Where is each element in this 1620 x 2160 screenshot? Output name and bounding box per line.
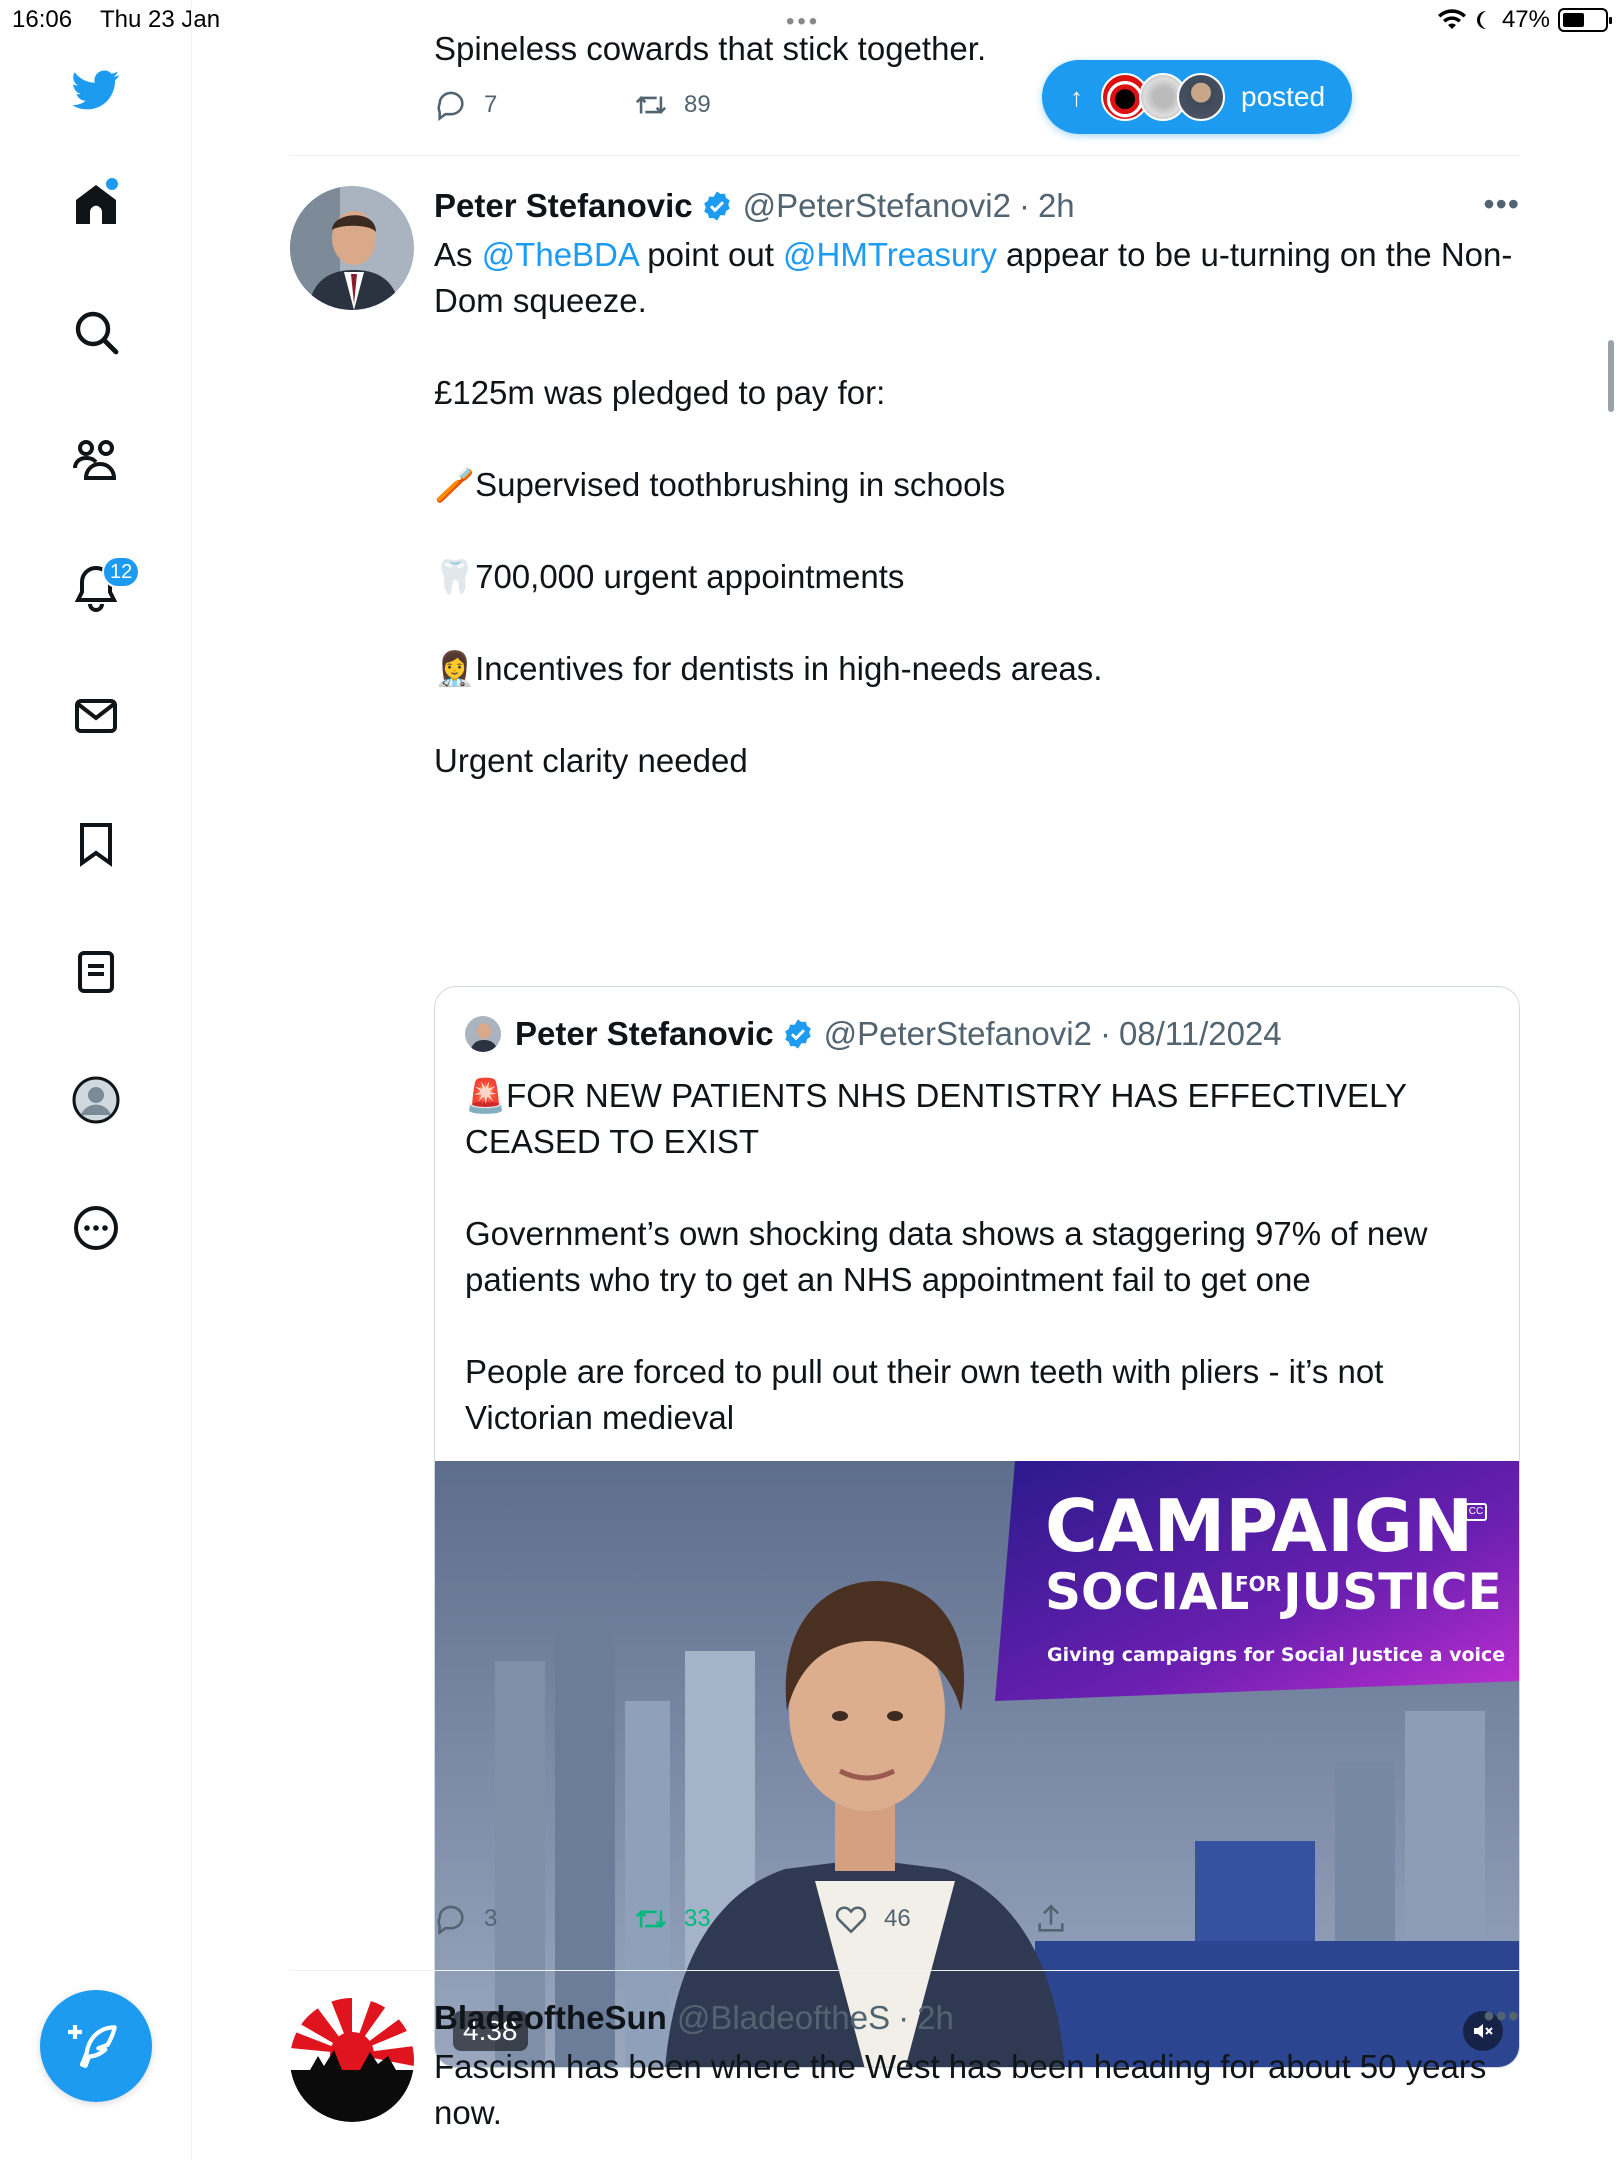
bookmark-icon[interactable] [66, 814, 126, 874]
notifications-bell-icon[interactable]: 12 [66, 556, 141, 618]
mention-link[interactable]: @TheBDA [482, 236, 638, 273]
reply-button[interactable]: 3 [434, 1902, 634, 1936]
tweet-body-text: £125m was pledged to pay for: 🪥Supervise… [434, 374, 1103, 779]
separator-dot: · [898, 1999, 910, 2036]
tweet-text-part: point out [638, 236, 784, 273]
separator-dot: · [1018, 187, 1030, 224]
avatar[interactable] [290, 186, 414, 310]
tweet-body: Peter Stefanovic @PeterStefanovi2 · 2h •… [434, 186, 1520, 784]
retweet-icon [635, 96, 667, 114]
avatar[interactable] [290, 1998, 414, 2122]
tweet[interactable]: Peter Stefanovic @PeterStefanovi2 · 2h •… [290, 186, 1520, 2068]
posted-label: posted [1241, 81, 1326, 112]
home-icon[interactable] [66, 174, 126, 234]
verified-badge-icon [784, 1019, 811, 1049]
tweet-time[interactable]: 2h [917, 1999, 954, 2037]
reply-icon [437, 1905, 464, 1936]
arrow-up-icon: ↑ [1070, 81, 1083, 112]
new-posts-pill[interactable]: ↑ posted [1042, 60, 1352, 134]
like-button[interactable]: 46 [834, 1902, 1034, 1936]
tweet[interactable]: BladeoftheSun @BladeoftheS · 2h ••• Fasc… [290, 1998, 1520, 2160]
notifications-badge: 12 [102, 556, 141, 588]
reply-count: 3 [484, 1905, 498, 1932]
retweet-icon [635, 1910, 667, 1928]
tweet-header: Peter Stefanovic @PeterStefanovi2 · 2h •… [434, 186, 1520, 226]
previous-tweet-text: Spineless cowards that stick together. [434, 30, 987, 67]
reply-icon [437, 91, 464, 122]
banner-tagline: Giving campaigns for Social Justice a vo… [1047, 1644, 1505, 1666]
author-name[interactable]: Peter Stefanovic [434, 187, 693, 225]
banner-for: FOR [1235, 1572, 1281, 1596]
retweet-button[interactable]: 33 [634, 1902, 834, 1936]
previous-tweet-actions: 7 89 [434, 88, 711, 122]
home-new-dot [106, 178, 118, 190]
compose-tweet-button[interactable] [40, 1990, 152, 2102]
tweet-actions: 3 33 46 [434, 1902, 1068, 1936]
mention-link[interactable]: @HMTreasury [783, 236, 997, 273]
banner-social: SOCIAL [1045, 1563, 1249, 1621]
quoted-author-handle: @PeterStefanovi2 [823, 1015, 1092, 1052]
lists-icon[interactable] [66, 942, 126, 1002]
avatar [465, 1016, 501, 1052]
reply-count: 7 [484, 91, 498, 118]
sidebar: 12 [0, 0, 192, 2160]
author-handle[interactable]: @PeterStefanovi2 [743, 187, 1011, 225]
divider [290, 155, 1520, 156]
heart-icon [835, 1906, 867, 1934]
retweet-button[interactable]: 89 [634, 88, 711, 122]
communities-icon[interactable] [66, 430, 126, 490]
banner-justice: JUSTICE [1280, 1563, 1502, 1621]
scrollbar-thumb[interactable] [1608, 340, 1614, 412]
quoted-tweet-date: 08/11/2024 [1118, 1015, 1282, 1052]
avatar [1177, 73, 1225, 121]
compose-feather-icon [68, 2025, 117, 2068]
reply-button[interactable]: 7 [434, 88, 634, 122]
retweet-count: 33 [684, 1905, 711, 1932]
tweet-header: BladeoftheSun @BladeoftheS · 2h ••• [434, 1998, 1520, 2038]
verified-badge-icon [703, 191, 730, 221]
quoted-tweet-header: Peter Stefanovic @PeterStefanovi2 · 08/1… [465, 1015, 1282, 1053]
tweet-text: Fascism has been where the West has been… [434, 2048, 1496, 2131]
separator-dot: · [1099, 1015, 1111, 1052]
wifi-icon [1437, 9, 1466, 30]
retweet-count: 89 [684, 91, 711, 118]
status-right: 47% [1437, 6, 1612, 34]
quoted-author-name: Peter Stefanovic [515, 1015, 774, 1052]
battery-icon [1558, 8, 1612, 32]
battery-percent: 47% [1501, 6, 1550, 33]
closed-captions-icon[interactable]: CC [1465, 1503, 1487, 1521]
twitter-logo-icon[interactable] [66, 60, 126, 120]
tweet-time[interactable]: 2h [1038, 187, 1075, 225]
messages-envelope-icon[interactable] [66, 686, 126, 746]
share-button[interactable] [1034, 1902, 1068, 1936]
divider [290, 1970, 1520, 1971]
quoted-tweet-text: 🚨FOR NEW PATIENTS NHS DENTISTRY HAS EFFE… [465, 1077, 1428, 1436]
more-options-icon[interactable] [66, 1198, 126, 1258]
tweet-body: BladeoftheSun @BladeoftheS · 2h ••• Fasc… [434, 1998, 1520, 2136]
tweet-text: As @TheBDA point out @HMTreasury appear … [434, 232, 1520, 324]
more-options-icon[interactable]: ••• [1483, 1998, 1520, 2035]
moon-icon [1476, 11, 1486, 29]
author-name[interactable]: BladeoftheSun [434, 1999, 667, 2037]
like-count: 46 [884, 1905, 911, 1932]
video-player[interactable]: CAMPAIGN SOCIAL FOR JUSTICE Giving campa… [435, 1461, 1519, 2067]
tweet-text-part: As [434, 236, 482, 273]
more-options-icon[interactable]: ••• [1483, 186, 1520, 223]
search-icon[interactable] [66, 302, 126, 362]
author-handle[interactable]: @BladeoftheS [677, 1999, 890, 2037]
video-thumbnail: CAMPAIGN SOCIAL FOR JUSTICE Giving campa… [435, 1461, 1519, 2067]
profile-avatar-icon[interactable] [66, 1070, 126, 1130]
share-icon [1038, 1904, 1064, 1932]
banner-title: CAMPAIGN [1045, 1484, 1473, 1568]
posted-avatars [1101, 73, 1225, 121]
